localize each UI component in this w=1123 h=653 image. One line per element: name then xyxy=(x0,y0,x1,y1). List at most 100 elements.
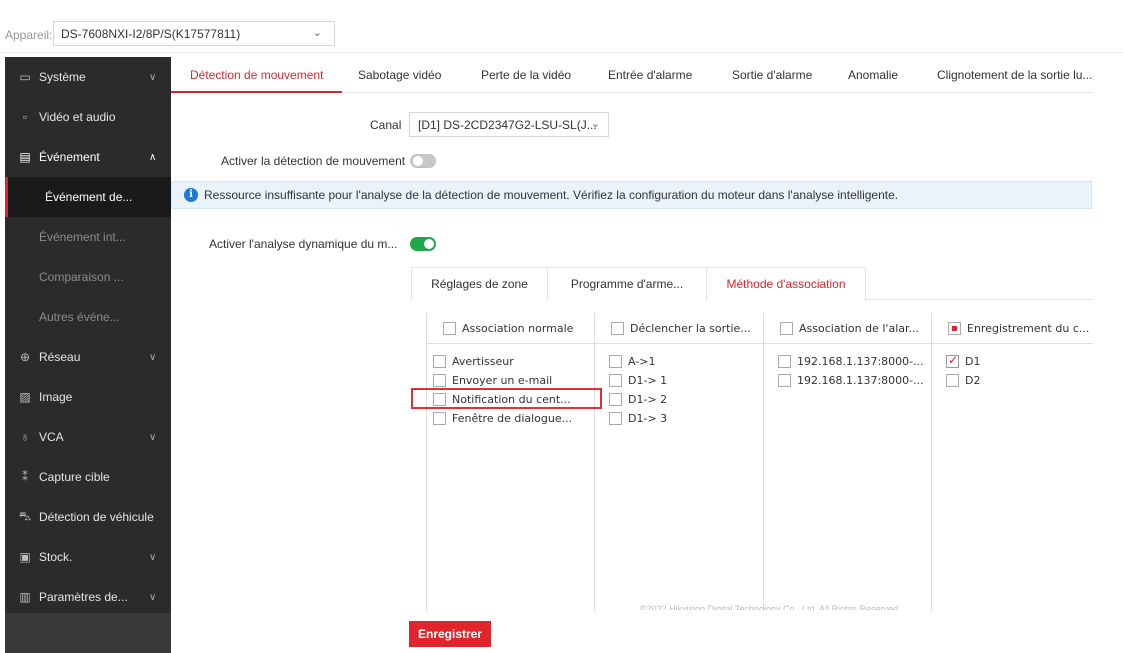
canal-select[interactable]: [D1] DS-2CD2347G2-LSU-SL(J... ⌄ xyxy=(409,112,609,137)
list-item[interactable]: D1 xyxy=(946,352,980,371)
list-item[interactable]: D1-> 1 xyxy=(609,371,667,390)
tab-clignotement[interactable]: Clignotement de la sortie lu... xyxy=(937,57,1092,93)
event-tabs: Détection de mouvement Sabotage vidéo Pe… xyxy=(171,57,1092,93)
item-label: D1-> 3 xyxy=(628,412,668,425)
toggle-knob xyxy=(424,239,434,249)
association-grid: Association normale Avertisseur Envoyer … xyxy=(426,313,1093,611)
sidebar-item-detection-vehicule[interactable]: ⛍ Détection de véhicule xyxy=(5,497,171,537)
list-item[interactable]: Avertisseur xyxy=(433,352,572,371)
column-header: Association de l'alar... xyxy=(764,313,931,344)
checkbox[interactable] xyxy=(778,374,791,387)
highlight-box xyxy=(411,388,602,409)
item-label: A->1 xyxy=(628,355,656,368)
item-label: D1-> 1 xyxy=(628,374,668,387)
item-label: Envoyer un e-mail xyxy=(452,374,553,387)
copyright-text: ©2022 Hikvision Digital Technology Co., … xyxy=(640,604,901,610)
sidebar-item-autres-evenements[interactable]: Autres événe... xyxy=(5,297,171,337)
sidebar-item-label: Détection de véhicule xyxy=(39,510,154,524)
item-label: 192.168.1.137:8000-... xyxy=(797,355,924,368)
car-icon: ⛍ xyxy=(18,509,32,523)
item-label: Fenêtre de dialogue... xyxy=(452,412,573,425)
sidebar-item-label: Événement de... xyxy=(45,190,133,204)
info-text: Ressource insuffisante pour l'analyse de… xyxy=(204,188,899,202)
checkbox[interactable] xyxy=(433,355,446,368)
info-banner: i Ressource insuffisante pour l'analyse … xyxy=(171,181,1092,209)
checkbox[interactable] xyxy=(778,355,791,368)
chevron-down-icon: ∨ xyxy=(149,431,157,443)
column-items: 192.168.1.137:8000-... 192.168.1.137:800… xyxy=(778,352,924,390)
canal-label: Canal xyxy=(370,118,402,132)
sidebar-item-label: Image xyxy=(39,390,73,404)
checkbox[interactable] xyxy=(433,374,446,387)
config-subtabs: Réglages de zone Programme d'arme... Mét… xyxy=(411,267,1092,301)
chevron-down-icon: ⌄ xyxy=(312,27,322,39)
checkbox[interactable] xyxy=(433,412,446,425)
sidebar-item-capture-cible[interactable]: ⁑ Capture cible xyxy=(5,457,171,497)
sidebar-item-label: Réseau xyxy=(39,350,81,364)
item-label: Avertisseur xyxy=(452,355,514,368)
checkbox[interactable] xyxy=(609,393,622,406)
column-header: Déclencher la sortie... xyxy=(595,313,763,344)
sidebar-item-evenement-de[interactable]: Événement de... xyxy=(5,177,171,217)
sidebar-item-comparaison[interactable]: Comparaison ... xyxy=(5,257,171,297)
clipboard-icon: ▤ xyxy=(19,150,31,164)
column-header-label: Déclencher la sortie... xyxy=(630,321,751,335)
sidebar-item-label: Système xyxy=(39,70,86,84)
tab-sortie-alarme[interactable]: Sortie d'alarme xyxy=(732,57,812,93)
select-all-checkbox[interactable] xyxy=(611,321,624,335)
item-label: D2 xyxy=(965,374,981,387)
device-label: Appareil: xyxy=(5,28,53,42)
sidebar-item-label: Stock. xyxy=(39,550,73,564)
sidebar-item-reseau[interactable]: ⊕ Réseau ∨ xyxy=(5,337,171,377)
subtab-programme-armement[interactable]: Programme d'arme... xyxy=(547,267,707,300)
disk-icon: ▣ xyxy=(19,550,31,564)
tab-sabotage-video[interactable]: Sabotage vidéo xyxy=(358,57,441,93)
list-item[interactable]: D1-> 3 xyxy=(609,409,667,428)
sidebar-item-label: Paramètres de... xyxy=(39,590,128,604)
select-all-checkbox[interactable] xyxy=(443,321,456,335)
save-button[interactable]: Enregistrer xyxy=(409,621,491,647)
image-icon: ▨ xyxy=(19,390,31,404)
window-icon: ▭ xyxy=(19,70,31,84)
checkbox-checked[interactable] xyxy=(946,353,959,368)
column-header-label: Association normale xyxy=(462,321,574,335)
list-item[interactable]: D1-> 2 xyxy=(609,390,667,409)
checkbox[interactable] xyxy=(609,412,622,425)
sidebar-item-label: Capture cible xyxy=(39,470,110,484)
subtab-reglages-zone[interactable]: Réglages de zone xyxy=(411,267,548,300)
dynamic-analysis-toggle[interactable] xyxy=(410,237,436,251)
list-item[interactable]: A->1 xyxy=(609,352,667,371)
info-icon: i xyxy=(184,188,198,202)
list-item[interactable]: D2 xyxy=(946,371,980,390)
sidebar-item-video-audio[interactable]: ▫ Vidéo et audio xyxy=(5,97,171,137)
sidebar-item-parametres[interactable]: ▥ Paramètres de... ∨ xyxy=(5,577,171,617)
select-all-checkbox[interactable] xyxy=(780,321,793,335)
list-item[interactable]: 192.168.1.137:8000-... xyxy=(778,371,924,390)
column-header-label: Enregistrement du c... xyxy=(967,321,1090,335)
canal-select-value: [D1] DS-2CD2347G2-LSU-SL(J... xyxy=(418,118,597,132)
select-all-checkbox-partial[interactable] xyxy=(948,321,961,335)
device-select[interactable]: DS-7608NXI-I2/8P/S(K17577811) ⌄ xyxy=(53,21,335,46)
tab-detection-mouvement[interactable]: Détection de mouvement xyxy=(171,57,343,93)
sidebar-item-systeme[interactable]: ▭ Système ∨ xyxy=(5,57,171,97)
checkbox[interactable] xyxy=(946,374,959,387)
sidebar-item-stock[interactable]: ▣ Stock. ∨ xyxy=(5,537,171,577)
sidebar-item-image[interactable]: ▨ Image xyxy=(5,377,171,417)
dynamic-analysis-label: Activer l'analyse dynamique du m... xyxy=(209,237,398,251)
motion-detection-toggle[interactable] xyxy=(410,154,436,168)
column-header: Enregistrement du c... xyxy=(932,313,1093,344)
tab-anomalie[interactable]: Anomalie xyxy=(848,57,898,93)
sidebar-item-vca[interactable]: ♁ VCA ∨ xyxy=(5,417,171,457)
list-item[interactable]: Fenêtre de dialogue... xyxy=(433,409,572,428)
sidebar-item-label: Événement xyxy=(39,150,100,164)
column-header-label: Association de l'alar... xyxy=(799,321,919,335)
checkbox[interactable] xyxy=(609,374,622,387)
list-item[interactable]: 192.168.1.137:8000-... xyxy=(778,352,924,371)
column-declencher-sortie: Déclencher la sortie... A->1 D1-> 1 D1->… xyxy=(595,313,764,611)
tab-entree-alarme[interactable]: Entrée d'alarme xyxy=(608,57,692,93)
checkbox[interactable] xyxy=(609,355,622,368)
subtab-methode-association[interactable]: Méthode d'association xyxy=(706,267,866,301)
sidebar-item-evenement[interactable]: ▤ Événement ∧ xyxy=(5,137,171,177)
sidebar-item-evenement-int[interactable]: Événement int... xyxy=(5,217,171,257)
tab-perte-video[interactable]: Perte de la vidéo xyxy=(481,57,571,93)
